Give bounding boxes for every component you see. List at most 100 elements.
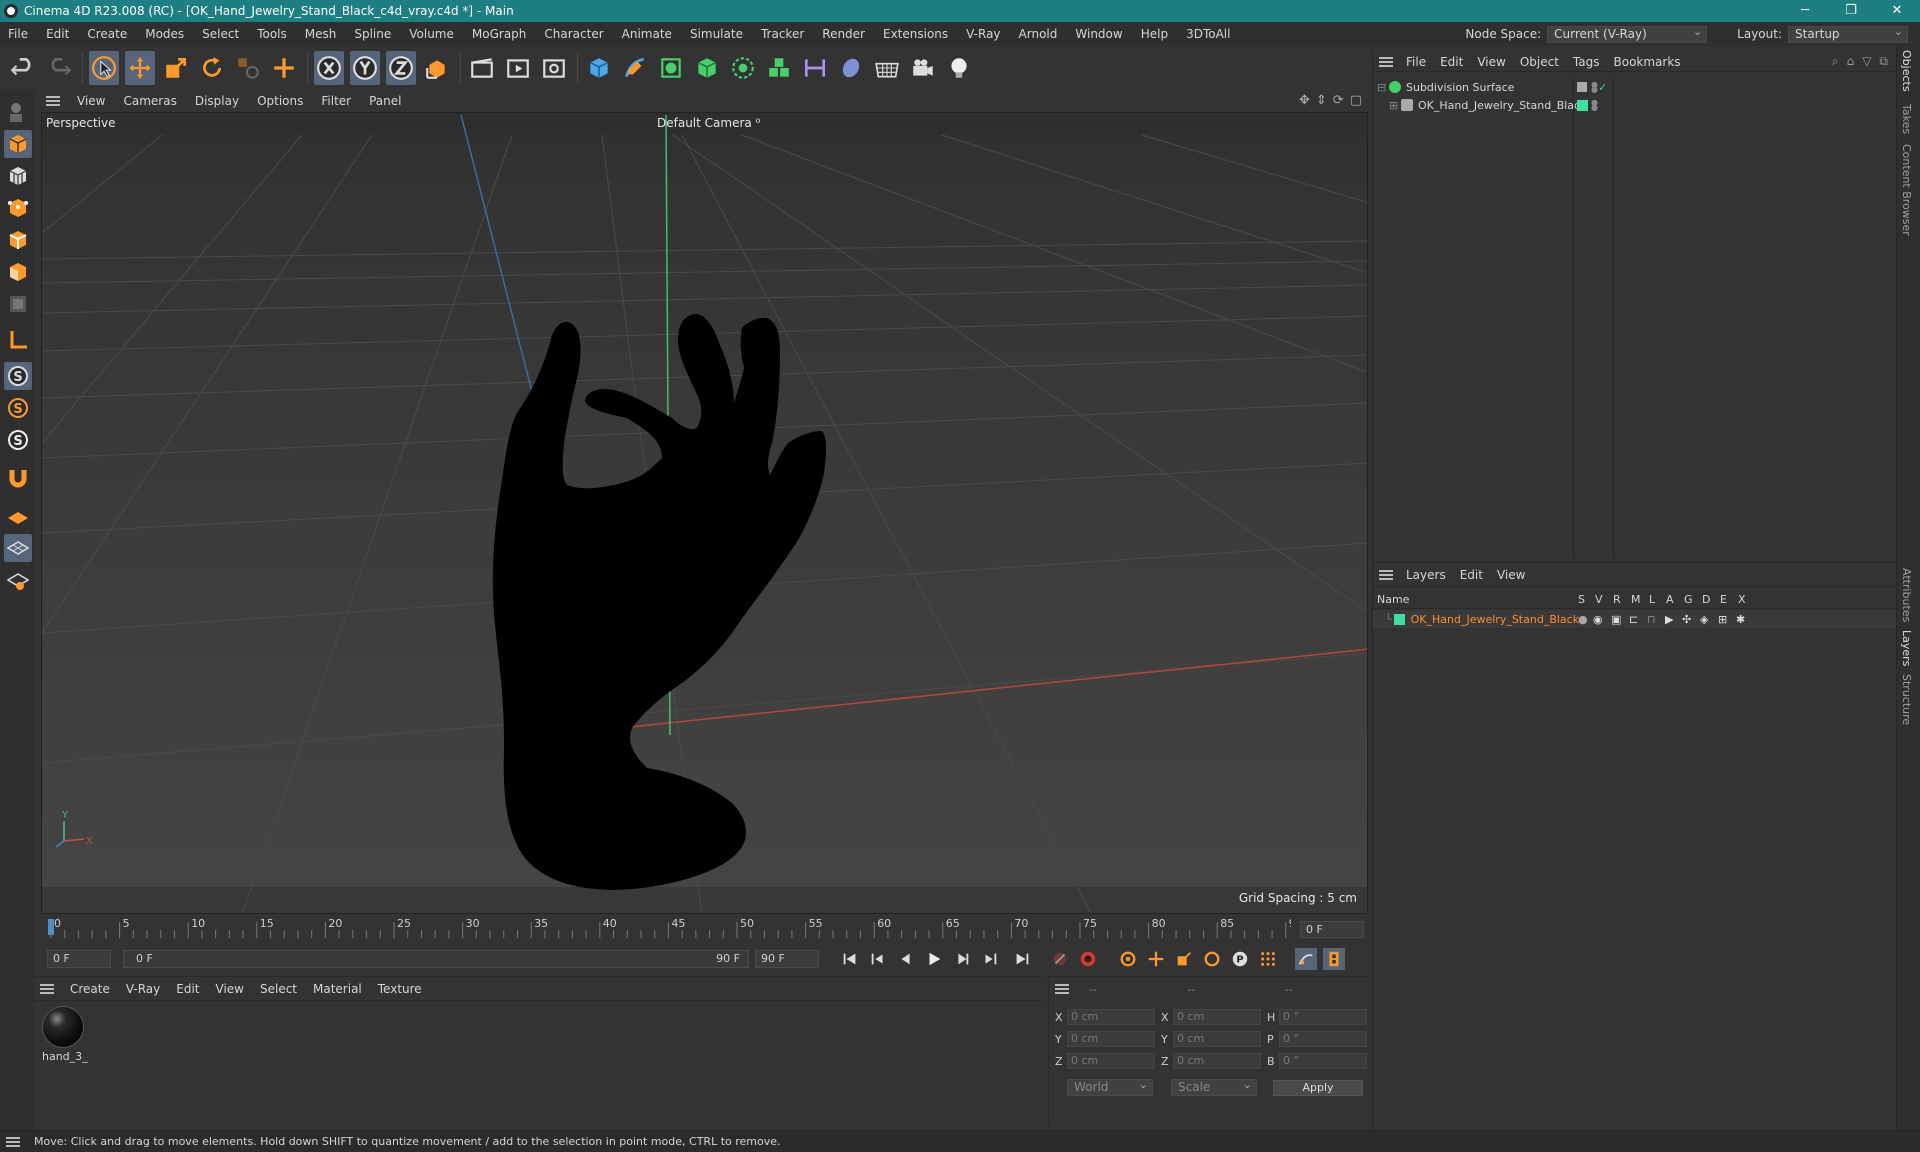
layer-hamburger-icon[interactable] <box>1379 569 1393 580</box>
planar-workplane-button[interactable] <box>4 566 32 594</box>
recent-tools-button[interactable] <box>233 51 263 85</box>
menu-tracker[interactable]: Tracker <box>752 22 813 46</box>
menu-tools[interactable]: Tools <box>248 22 296 46</box>
next-key-button[interactable] <box>979 948 1001 970</box>
visibility-dots-icon[interactable]: ● ● <box>1591 99 1598 112</box>
render-to-picture-viewer-button[interactable] <box>503 51 533 85</box>
menu-extensions[interactable]: Extensions <box>874 22 957 46</box>
extrude-button[interactable] <box>692 51 722 85</box>
animation-play-icon[interactable]: ▶ <box>1665 613 1673 626</box>
record-disabled-button[interactable] <box>1049 948 1071 970</box>
uv-mode-button[interactable] <box>4 290 32 318</box>
timeline-ruler[interactable]: 0 5 10 15 20 25 30 35 40 45 50 55 60 65 70 75 80 85 90 0 F <box>41 914 1368 940</box>
menu-modes[interactable]: Modes <box>136 22 193 46</box>
object-row-subdivision[interactable]: ⊟ Subdivision Surface ● ● ✓ <box>1373 78 1895 96</box>
tab-takes[interactable]: Takes <box>1900 104 1913 134</box>
go-to-start-button[interactable] <box>839 948 861 970</box>
viewport-menu-display[interactable]: Display <box>186 94 248 108</box>
menu-spline[interactable]: Spline <box>345 22 400 46</box>
visibility-dots-icon[interactable]: ● ● <box>1591 81 1598 94</box>
world-axis-button[interactable] <box>269 51 299 85</box>
end-frame-field[interactable]: 90 F <box>755 950 819 968</box>
object-row-hand[interactable]: ⊞ OK_Hand_Jewelry_Stand_Black ● ● <box>1373 96 1895 114</box>
live-selection-button[interactable] <box>89 51 119 85</box>
keyframe-selection-button[interactable] <box>1117 948 1139 970</box>
menu-edit[interactable]: Edit <box>37 22 78 46</box>
node-space-dropdown[interactable]: Current (V-Ray) <box>1547 24 1708 43</box>
redo-button[interactable] <box>44 51 74 85</box>
pen-spline-button[interactable] <box>620 51 650 85</box>
lock-icon[interactable]: ⊓ <box>1647 613 1656 626</box>
object-menu-bookmarks[interactable]: Bookmarks <box>1607 55 1688 69</box>
tab-content-browser[interactable]: Content Browser <box>1900 144 1913 236</box>
point-mode-button[interactable] <box>4 194 32 222</box>
rotation-p-field[interactable]: 0 ° <box>1279 1031 1367 1047</box>
deformer-button[interactable] <box>800 51 830 85</box>
snap-enable-button[interactable]: S <box>4 362 32 390</box>
subdivision-surface-button[interactable] <box>656 51 686 85</box>
layer-menu-edit[interactable]: Edit <box>1453 568 1490 582</box>
move-tool-button[interactable] <box>125 51 155 85</box>
tab-objects[interactable]: Objects <box>1900 50 1913 92</box>
material-menu-material[interactable]: Material <box>305 982 370 996</box>
maximize-button[interactable]: ❐ <box>1828 0 1874 22</box>
workplane-button[interactable] <box>4 502 32 530</box>
filter-icon[interactable]: ▽ <box>1862 54 1871 69</box>
motion-path-button[interactable] <box>1295 948 1317 970</box>
coordinate-space-dropdown[interactable]: World <box>1067 1077 1153 1096</box>
menu-mograph[interactable]: MoGraph <box>463 22 536 46</box>
size-x-field[interactable]: 0 cm <box>1173 1009 1261 1025</box>
x-axis-lock-button[interactable] <box>314 51 344 85</box>
menu-select[interactable]: Select <box>193 22 248 46</box>
material-hamburger-icon[interactable] <box>40 983 54 994</box>
camera-button[interactable] <box>908 51 938 85</box>
record-parameter-button[interactable]: P <box>1229 948 1251 970</box>
solo-dot-icon[interactable]: ● <box>1578 613 1588 626</box>
coordinate-system-button[interactable] <box>422 51 452 85</box>
menu-volume[interactable]: Volume <box>400 22 463 46</box>
locked-workplane-button[interactable] <box>4 534 32 562</box>
model-mode-button[interactable] <box>4 130 32 158</box>
layer-row[interactable]: └ OK_Hand_Jewelry_Stand_Black ● ◉ ▣ ⊏ ⊓ … <box>1373 610 1897 628</box>
record-position-button[interactable] <box>1145 948 1167 970</box>
mograph-cubes-button[interactable] <box>764 51 794 85</box>
floor-button[interactable] <box>872 51 902 85</box>
play-button[interactable] <box>923 948 945 970</box>
z-axis-lock-button[interactable] <box>386 51 416 85</box>
layer-color-swatch[interactable] <box>1393 613 1405 625</box>
menu-animate[interactable]: Animate <box>613 22 681 46</box>
menu-window[interactable]: Window <box>1066 22 1131 46</box>
menu-file[interactable]: File <box>0 22 37 46</box>
position-y-field[interactable]: 0 cm <box>1067 1031 1155 1047</box>
viewport-hamburger-icon[interactable] <box>46 96 60 106</box>
edge-mode-button[interactable] <box>4 226 32 254</box>
menu-character[interactable]: Character <box>535 22 612 46</box>
record-scale-button[interactable] <box>1173 948 1195 970</box>
status-hamburger-icon[interactable] <box>6 1136 20 1147</box>
perspective-viewport[interactable]: Y X Perspective Default Camera ⁰ Grid Sp… <box>41 112 1368 914</box>
xref-icon[interactable]: ✱ <box>1736 613 1745 626</box>
viewport-menu-filter[interactable]: Filter <box>312 94 360 108</box>
next-frame-button[interactable] <box>951 948 973 970</box>
tab-layers[interactable]: Layers <box>1900 630 1913 666</box>
frame-range-slider[interactable]: 0 F 90 F <box>123 950 749 968</box>
expression-icon[interactable]: ⊞ <box>1718 613 1727 626</box>
transform-mode-dropdown[interactable]: Scale <box>1171 1077 1257 1096</box>
object-menu-view[interactable]: View <box>1470 55 1512 69</box>
texture-mode-button[interactable] <box>4 162 32 190</box>
rotation-b-field[interactable]: 0 ° <box>1279 1053 1367 1069</box>
rotation-h-field[interactable]: 0 ° <box>1279 1009 1367 1025</box>
orbit-view-icon[interactable]: ⟳ <box>1333 93 1344 108</box>
go-to-end-button[interactable] <box>1011 948 1033 970</box>
menu-help[interactable]: Help <box>1132 22 1177 46</box>
record-pla-button[interactable] <box>1257 948 1279 970</box>
position-x-field[interactable]: 0 cm <box>1067 1009 1155 1025</box>
object-hamburger-icon[interactable] <box>1379 56 1393 67</box>
manager-icon[interactable]: ⊏ <box>1629 613 1638 626</box>
expand-icon[interactable]: ⊞ <box>1389 99 1401 112</box>
eye-icon[interactable]: ◉ <box>1593 613 1603 626</box>
tab-attributes[interactable]: Attributes <box>1900 568 1913 622</box>
new-window-icon[interactable]: ⧉ <box>1879 54 1888 69</box>
current-frame-field[interactable]: 0 F <box>1300 921 1364 938</box>
cube-button[interactable] <box>584 51 614 85</box>
